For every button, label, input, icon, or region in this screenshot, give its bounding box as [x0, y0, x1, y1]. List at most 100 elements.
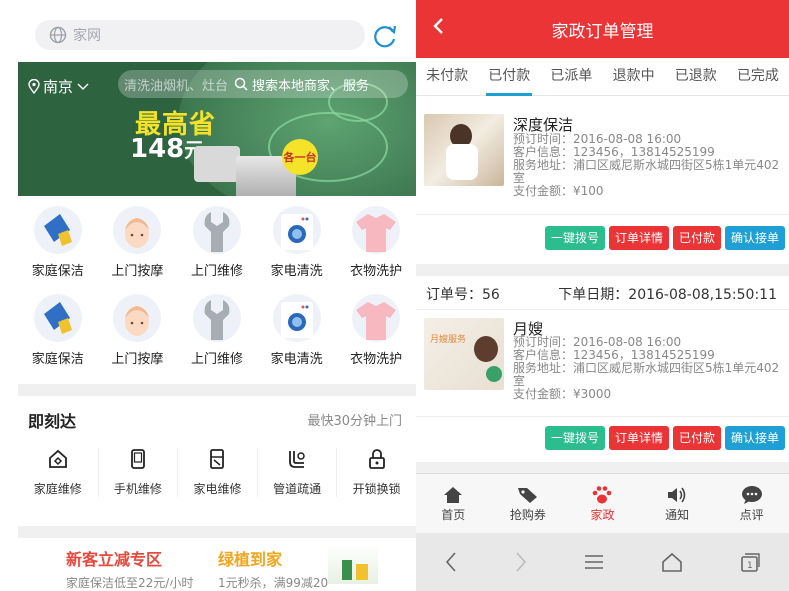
speaker-icon	[668, 487, 686, 503]
tag-icon	[517, 488, 537, 503]
tab-paid[interactable]: 已付款	[478, 58, 540, 96]
menu-icon[interactable]	[583, 553, 605, 571]
order-actions: 一键拨号 订单详情 已付款 确认接单	[544, 426, 785, 450]
top-bar: 家网	[0, 0, 416, 62]
search-icon	[234, 77, 248, 91]
globe-icon	[49, 26, 67, 44]
phone-icon	[130, 449, 145, 469]
paid-button[interactable]: 已付款	[672, 426, 721, 450]
nav-home[interactable]: 首页	[416, 474, 491, 533]
search-bar[interactable]: 家网	[35, 20, 365, 50]
order-number: 订单号：56	[426, 287, 500, 303]
back-arrow-icon[interactable]	[444, 551, 458, 573]
plants-thumbnail	[328, 544, 378, 584]
order-date: 下单日期：2016-08-08,15:50:11	[558, 287, 777, 303]
category-grid: 家庭保洁 上门按摩 上门维修 家电清洗 衣物洗护 家庭保洁 上门按摩 上门维修 …	[18, 196, 416, 372]
nav-reviews[interactable]: 点评	[714, 474, 789, 533]
category-row: 家庭保洁 上门按摩 上门维修 家电清洗 衣物洗护	[18, 284, 416, 372]
page-title: 家政订单管理	[551, 21, 654, 42]
massage-face-icon	[113, 206, 162, 254]
category-repair[interactable]: 上门维修	[177, 196, 257, 284]
header-bar: 家政订单管理	[416, 0, 789, 58]
order-detail-button[interactable]: 订单详情	[608, 226, 669, 250]
home-screen: 家网 南京 清洗油烟机、灶台 搜索本地商家、服务 最高省 148元 各一台 家庭…	[0, 0, 416, 591]
stove-image	[194, 146, 240, 182]
plants-card[interactable]: 绿植到家 1元秒杀，满99减20	[208, 538, 328, 591]
new-customer-card[interactable]: 新客立减专区 家庭保洁低至22元/小时	[18, 538, 208, 591]
search-hint: 清洗油烟机、灶台	[124, 78, 229, 94]
category-row: 家庭保洁 上门按摩 上门维修 家电清洗 衣物洗护	[18, 196, 416, 284]
paid-button[interactable]: 已付款	[672, 226, 721, 250]
category-massage[interactable]: 上门按摩	[98, 284, 178, 372]
category-appliance[interactable]: 家电清洗	[257, 284, 337, 372]
category-appliance[interactable]: 家电清洗	[257, 196, 337, 284]
city-selector[interactable]: 南京	[28, 76, 90, 97]
service-lock[interactable]: 开锁换锁	[336, 448, 416, 497]
tab-refunding[interactable]: 退款中	[603, 58, 665, 95]
promo-banner[interactable]: 南京 清洗油烟机、灶台 搜索本地商家、服务 最高省 148元 各一台	[18, 62, 416, 196]
tab-dispatched[interactable]: 已派单	[540, 58, 602, 95]
city-name: 南京	[43, 78, 74, 96]
order-thumbnail: 月嫂服务	[424, 318, 504, 390]
forward-arrow-icon[interactable]	[514, 551, 528, 573]
cleaning-cloth-icon	[33, 206, 82, 254]
category-laundry[interactable]: 衣物洗护	[336, 196, 416, 284]
bottom-nav: 首页 抢购券 家政 通知 点评	[416, 473, 789, 533]
location-pin-icon	[28, 79, 40, 94]
category-repair[interactable]: 上门维修	[177, 284, 257, 372]
chat-bubble-icon	[741, 486, 762, 504]
promo-tag: 各一台	[282, 139, 318, 175]
order-management-screen: 家政订单管理 未付款 已付款 已派单 退款中 已退款 已完成 深度保洁 预订时间…	[416, 0, 789, 591]
wrench-icon	[192, 206, 241, 254]
category-massage[interactable]: 上门按摩	[98, 196, 178, 284]
refresh-icon[interactable]	[372, 23, 398, 49]
home-repair-icon	[48, 449, 67, 468]
back-icon[interactable]	[432, 14, 446, 38]
tab-refunded[interactable]: 已退款	[665, 58, 727, 95]
service-appliance-repair[interactable]: 家电维修	[177, 448, 257, 497]
cleaning-cloth-icon	[33, 294, 82, 342]
call-button[interactable]: 一键拨号	[544, 226, 605, 250]
call-button[interactable]: 一键拨号	[544, 426, 605, 450]
paw-icon	[593, 486, 612, 504]
shirt-icon	[352, 294, 401, 342]
category-cleaning[interactable]: 家庭保洁	[18, 284, 98, 372]
section-subtitle[interactable]: 最快30分钟上门	[307, 410, 402, 429]
nav-notifications[interactable]: 通知	[640, 474, 715, 533]
shirt-icon	[352, 206, 401, 254]
category-laundry[interactable]: 衣物洗护	[336, 284, 416, 372]
order-card: 深度保洁 预订时间：2016-08-08 16:00 客户信息：123456，1…	[416, 96, 789, 264]
instant-service-section: 即刻达 最快30分钟上门 家庭维修 手机维修 家电维修 管道疏通 开锁换锁	[18, 396, 416, 526]
search-text: 搜索本地商家、服务	[252, 78, 370, 94]
section-title: 即刻达	[28, 412, 77, 431]
chevron-down-icon	[77, 83, 89, 90]
nav-coupons[interactable]: 抢购券	[491, 474, 566, 533]
search-placeholder: 家网	[73, 28, 101, 44]
order-thumbnail	[424, 114, 504, 186]
washing-machine-icon	[272, 294, 321, 342]
local-search-bar[interactable]: 清洗油烟机、灶台 搜索本地商家、服务	[118, 70, 408, 98]
tab-completed[interactable]: 已完成	[727, 58, 789, 95]
order-tabs: 未付款 已付款 已派单 退款中 已退款 已完成	[416, 58, 789, 96]
washing-machine-icon	[272, 206, 321, 254]
tab-unpaid[interactable]: 未付款	[416, 58, 478, 95]
home-outline-icon[interactable]	[661, 552, 683, 572]
tabs-icon[interactable]: 1	[739, 552, 761, 572]
accept-order-button[interactable]: 确认接单	[724, 226, 785, 250]
home-icon	[444, 487, 463, 503]
order-actions: 一键拨号 订单详情 已付款 确认接单	[544, 226, 785, 250]
service-phone-repair[interactable]: 手机维修	[97, 448, 178, 497]
order-details: 预订时间：2016-08-08 16:00 客户信息：123456，138145…	[513, 335, 780, 401]
service-home-repair[interactable]: 家庭维修	[18, 448, 98, 497]
pipe-icon	[289, 451, 305, 468]
nav-housekeeping[interactable]: 家政	[565, 474, 640, 533]
massage-face-icon	[113, 294, 162, 342]
order-header: 订单号：56 下单日期：2016-08-08,15:50:11	[416, 276, 789, 310]
category-cleaning[interactable]: 家庭保洁	[18, 196, 98, 284]
service-pipe-unclog[interactable]: 管道疏通	[256, 448, 337, 497]
fridge-icon	[210, 449, 225, 469]
order-detail-button[interactable]: 订单详情	[608, 426, 669, 450]
order-details: 预订时间：2016-08-08 16:00 客户信息：123456，138145…	[513, 132, 780, 198]
accept-order-button[interactable]: 确认接单	[724, 426, 785, 450]
svg-text:1: 1	[747, 561, 753, 571]
